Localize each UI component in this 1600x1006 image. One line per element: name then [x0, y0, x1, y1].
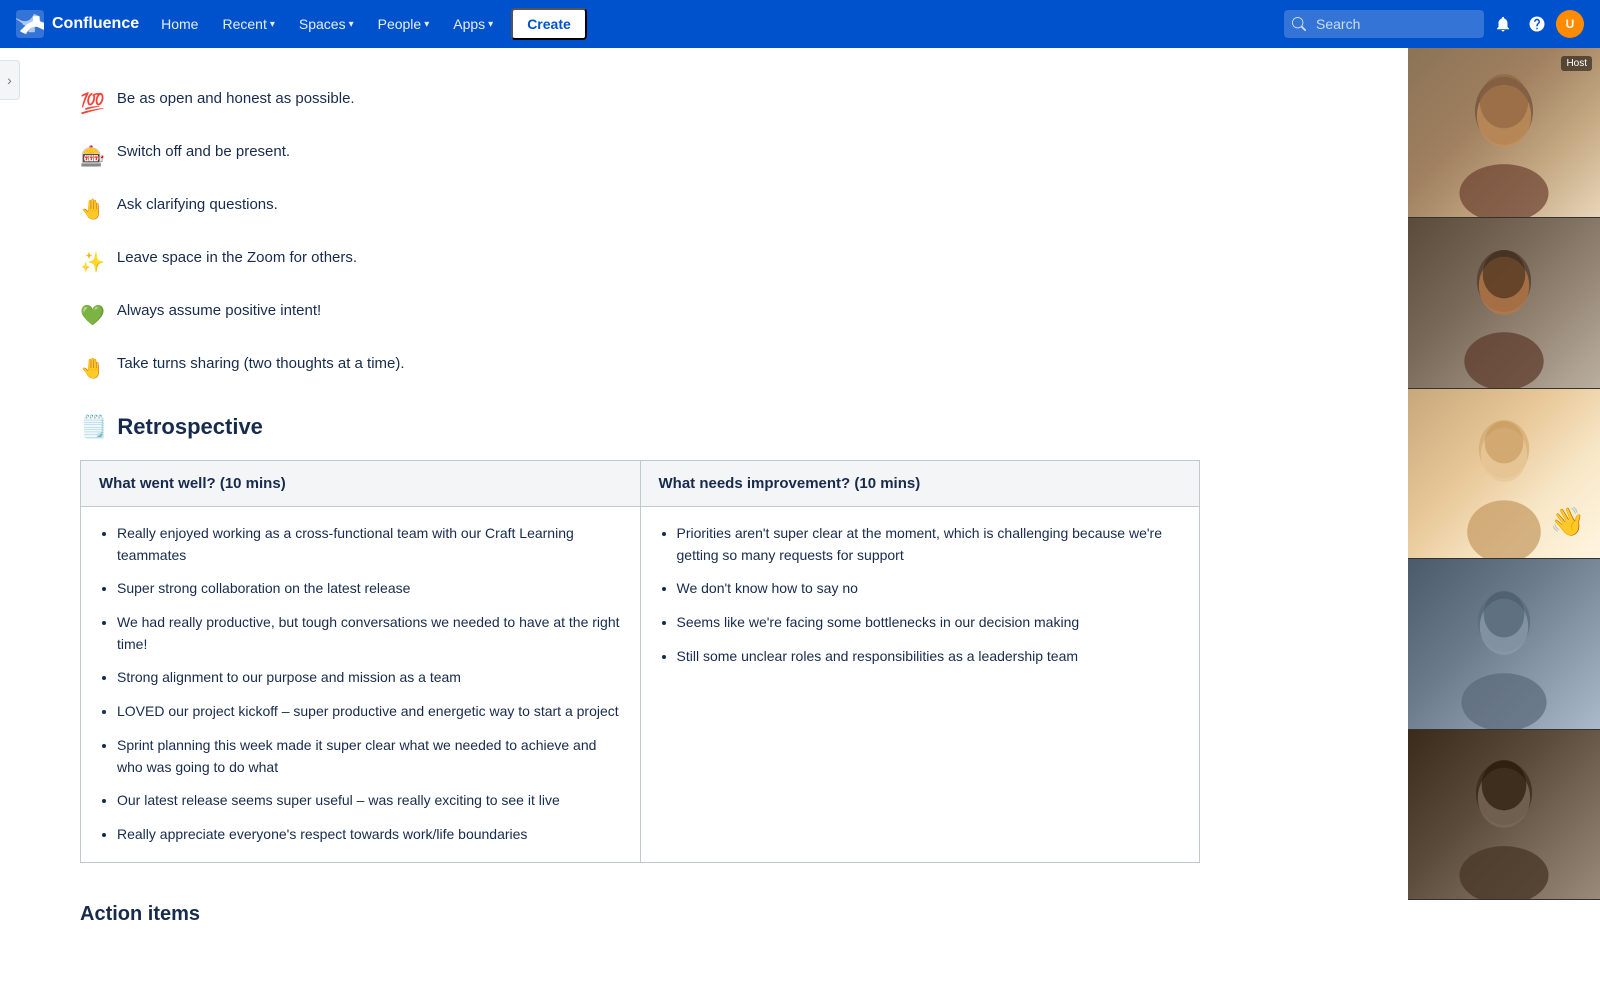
- nav-apps[interactable]: Apps ▾: [443, 10, 503, 38]
- list-item: 🤚 Take turns sharing (two thoughts at a …: [80, 353, 1200, 384]
- spaces-chevron: ▾: [349, 19, 354, 30]
- bullet-emoji-3: ✨: [80, 248, 105, 278]
- col1-list: Really enjoyed working as a cross-functi…: [99, 523, 622, 846]
- wave-emoji: 👋: [1550, 505, 1585, 538]
- bullet-emoji-4: 💚: [80, 301, 105, 331]
- person-silhouette-2: [1408, 218, 1600, 387]
- retrospective-heading: 🗒️ Retrospective: [80, 414, 1200, 440]
- list-item: Super strong collaboration on the latest…: [117, 578, 622, 600]
- navbar: Confluence Home Recent ▾ Spaces ▾ People…: [0, 0, 1600, 48]
- video-tile-4: [1408, 559, 1600, 729]
- user-avatar[interactable]: U: [1556, 10, 1584, 38]
- list-item: 💯 Be as open and honest as possible.: [80, 88, 1200, 119]
- bullet-text-2: Ask clarifying questions.: [117, 194, 278, 217]
- col1-header: What went well? (10 mins): [81, 461, 641, 507]
- bullet-emoji-5: 🤚: [80, 354, 105, 384]
- person-silhouette-4: [1408, 559, 1600, 728]
- bullet-emoji-1: 🎰: [80, 142, 105, 172]
- person-silhouette-1: [1408, 48, 1600, 217]
- bullet-text-5: Take turns sharing (two thoughts at a ti…: [117, 353, 405, 376]
- bullet-emoji-2: 🤚: [80, 195, 105, 225]
- search-input[interactable]: [1284, 10, 1484, 38]
- bullet-text-3: Leave space in the Zoom for others.: [117, 247, 357, 270]
- list-item: We don't know how to say no: [677, 578, 1182, 600]
- list-item: We had really productive, but tough conv…: [117, 612, 622, 655]
- list-item: Seems like we're facing some bottlenecks…: [677, 612, 1182, 634]
- nav-spaces[interactable]: Spaces ▾: [289, 10, 364, 38]
- main-wrap: 💯 Be as open and honest as possible. 🎰 S…: [0, 48, 1600, 1006]
- list-item: Really appreciate everyone's respect tow…: [117, 824, 622, 846]
- video-name-1: Host: [1561, 56, 1592, 71]
- nav-recent[interactable]: Recent ▾: [212, 10, 284, 38]
- apps-chevron: ▾: [488, 19, 493, 30]
- video-tile-1: Host: [1408, 48, 1600, 218]
- list-item: Still some unclear roles and responsibil…: [677, 646, 1182, 668]
- list-item: Strong alignment to our purpose and miss…: [117, 667, 622, 689]
- video-panel: Host: [1408, 48, 1600, 900]
- notifications-button[interactable]: [1488, 9, 1518, 39]
- action-items-heading: Action items: [80, 903, 1200, 926]
- list-item: Really enjoyed working as a cross-functi…: [117, 523, 622, 566]
- list-item: ✨ Leave space in the Zoom for others.: [80, 247, 1200, 278]
- bullet-emoji-0: 💯: [80, 89, 105, 119]
- help-button[interactable]: [1522, 9, 1552, 39]
- bullet-text-1: Switch off and be present.: [117, 141, 290, 164]
- people-chevron: ▾: [424, 19, 429, 30]
- retrospective-heading-text: Retrospective: [117, 414, 263, 440]
- video-tile-5: [1408, 730, 1600, 900]
- create-button[interactable]: Create: [511, 8, 587, 40]
- list-item: 🤚 Ask clarifying questions.: [80, 194, 1200, 225]
- video-tile-2: [1408, 218, 1600, 388]
- list-item: 💚 Always assume positive intent!: [80, 300, 1200, 331]
- nav-people[interactable]: People ▾: [368, 10, 440, 38]
- col2-cell: Priorities aren't super clear at the mom…: [640, 507, 1200, 863]
- retrospective-emoji: 🗒️: [80, 414, 107, 440]
- list-item: Priorities aren't super clear at the mom…: [677, 523, 1182, 566]
- bullet-text-4: Always assume positive intent!: [117, 300, 321, 323]
- list-item: Sprint planning this week made it super …: [117, 735, 622, 778]
- confluence-logo[interactable]: Confluence: [16, 10, 139, 38]
- list-item: LOVED our project kickoff – super produc…: [117, 701, 622, 723]
- person-silhouette-5: [1408, 730, 1600, 899]
- retrospective-table: What went well? (10 mins) What needs imp…: [80, 460, 1200, 863]
- col2-header: What needs improvement? (10 mins): [640, 461, 1200, 507]
- col1-cell: Really enjoyed working as a cross-functi…: [81, 507, 641, 863]
- bullet-text-0: Be as open and honest as possible.: [117, 88, 355, 111]
- search-wrap: [1284, 10, 1484, 38]
- recent-chevron: ▾: [270, 19, 275, 30]
- list-item: Our latest release seems super useful – …: [117, 790, 622, 812]
- col2-list: Priorities aren't super clear at the mom…: [659, 523, 1182, 667]
- sidebar-toggle[interactable]: ›: [0, 60, 20, 100]
- content-area: 💯 Be as open and honest as possible. 🎰 S…: [0, 48, 1260, 1006]
- video-tile-3: 👋: [1408, 389, 1600, 559]
- list-item: 🎰 Switch off and be present.: [80, 141, 1200, 172]
- logo-text: Confluence: [52, 15, 139, 33]
- nav-home[interactable]: Home: [151, 10, 208, 38]
- bullet-list: 💯 Be as open and honest as possible. 🎰 S…: [80, 88, 1200, 384]
